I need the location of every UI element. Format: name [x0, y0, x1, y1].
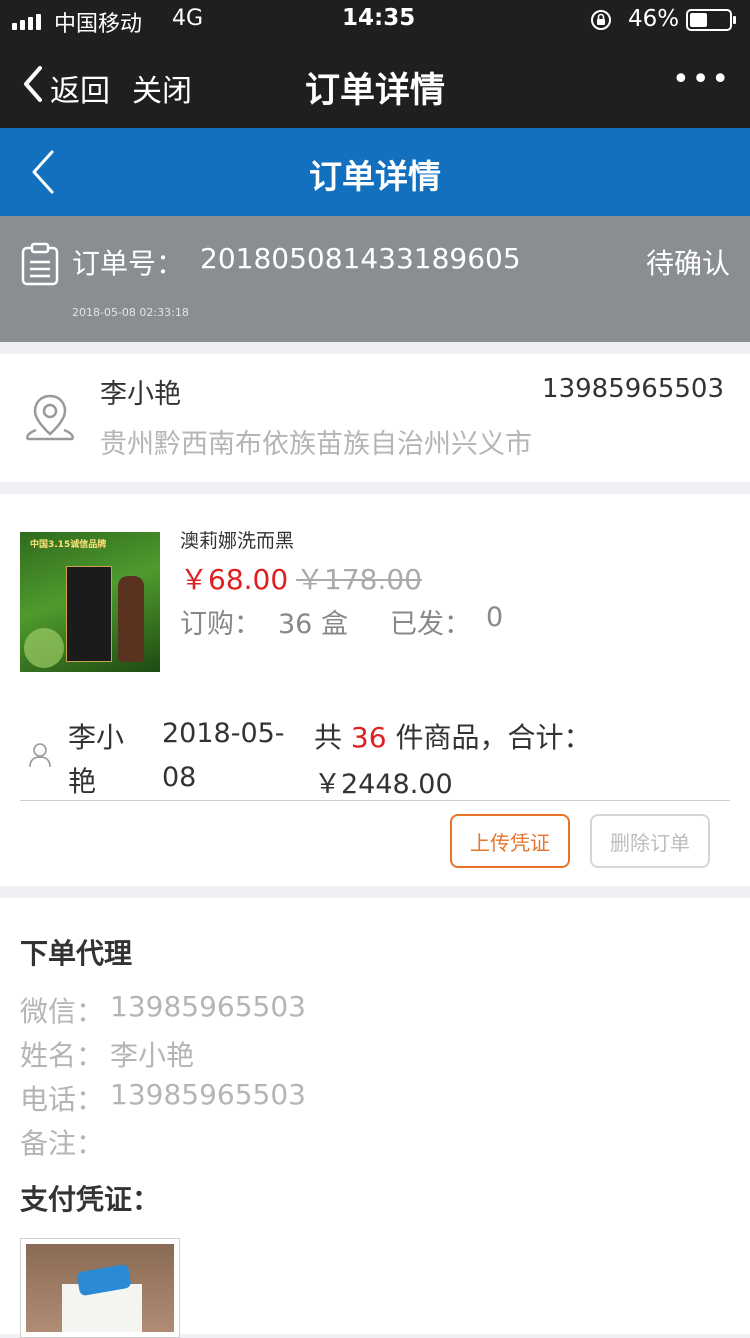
product-original-price: ￥178.00: [296, 563, 422, 596]
product-image-banner: 中国3.15诚信品牌: [30, 540, 107, 550]
order-header: 订单号： 201805081433189605 待确认 2018-05-08 0…: [0, 216, 750, 342]
delete-order-label: 删除订单: [610, 830, 690, 855]
agent-wechat-value: 13985965503: [110, 990, 306, 1023]
product-price: ￥68.00: [180, 563, 289, 596]
qty-label: 订购：: [180, 609, 261, 640]
agent-phone-value: 13985965503: [110, 1078, 306, 1111]
status-bar: 中国移动 4G 14:35 46%: [0, 0, 750, 40]
rotation-lock-icon: [590, 9, 612, 31]
recipient-name: 李小艳: [100, 379, 181, 410]
more-menu-button[interactable]: •••: [672, 62, 731, 97]
upload-voucher-button[interactable]: 上传凭证: [450, 814, 570, 868]
battery-percent: 46%: [628, 6, 680, 32]
order-datetime: 2018-05-08 02:33:18: [72, 306, 189, 319]
app-header: 订单详情: [0, 128, 750, 216]
buyer-name-line1: 李小: [68, 721, 125, 754]
leaf-graphic: [24, 628, 64, 668]
order-no-value: 201805081433189605: [200, 242, 521, 275]
buyer-name-line2: 艳: [68, 765, 97, 798]
agent-name-label: 姓名：: [20, 1039, 105, 1072]
voucher-section-title: 支付凭证：: [20, 1183, 161, 1216]
order-status: 待确认: [645, 247, 730, 280]
order-item-card: 中国3.15诚信品牌 澳莉娜洗而黑 ￥68.00 ￥178.00 订购： 36 …: [0, 494, 750, 886]
divider: [20, 800, 730, 801]
order-no-label: 订单号：: [72, 247, 185, 280]
agent-section-title: 下单代理: [20, 937, 133, 970]
order-date-line2: 08: [162, 762, 197, 793]
wechat-title: 订单详情: [304, 71, 445, 111]
signal-icon: [12, 12, 48, 30]
agent-remark-label: 备注：: [20, 1127, 105, 1160]
location-pin-icon: [26, 394, 74, 441]
wechat-nav-bar: 返回 关闭 订单详情 •••: [0, 40, 750, 128]
agent-phone-label: 电话：: [20, 1083, 105, 1116]
item-count: 36: [350, 721, 387, 754]
carrier-label: 中国移动: [54, 12, 143, 37]
recipient-region: 贵州黔西南布依族苗族自治州兴义市: [100, 429, 532, 460]
user-icon: [29, 743, 51, 768]
page-title: 订单详情: [309, 157, 441, 196]
count-suffix: 件商品，合计：: [395, 721, 592, 754]
shipped-value: 0: [486, 602, 504, 633]
agent-wechat-label: 微信：: [20, 995, 105, 1028]
order-date-line1: 2018-05-: [162, 718, 285, 749]
agent-name-value: 李小艳: [110, 1039, 195, 1072]
product-box-graphic: [66, 566, 112, 662]
order-total: ￥2448.00: [314, 769, 453, 800]
clock: 14:35: [342, 5, 416, 31]
count-prefix: 共: [314, 721, 343, 754]
recipient-phone: 13985965503: [542, 374, 724, 404]
agent-info-card: 下单代理 微信： 13985965503 姓名： 李小艳 电话： 1398596…: [0, 898, 750, 1338]
voucher-photo: [26, 1244, 174, 1332]
shipped-label: 已发：: [390, 609, 471, 640]
network-label: 4G: [172, 6, 204, 31]
voucher-thumbnail[interactable]: [20, 1238, 180, 1338]
product-bottle-graphic: [118, 576, 144, 662]
order-total-summary: 共 36 件商品，合计：: [314, 716, 591, 756]
product-image[interactable]: 中国3.15诚信品牌: [20, 532, 160, 672]
clipboard-icon: [21, 242, 59, 286]
battery-icon: [686, 9, 738, 31]
address-card[interactable]: 李小艳 13985965503 贵州黔西南布依族苗族自治州兴义市: [0, 354, 750, 482]
qty-value: 36 盒: [278, 609, 348, 640]
product-name[interactable]: 澳莉娜洗而黑: [180, 526, 294, 553]
delete-order-button[interactable]: 删除订单: [590, 814, 710, 868]
upload-voucher-label: 上传凭证: [470, 830, 550, 855]
